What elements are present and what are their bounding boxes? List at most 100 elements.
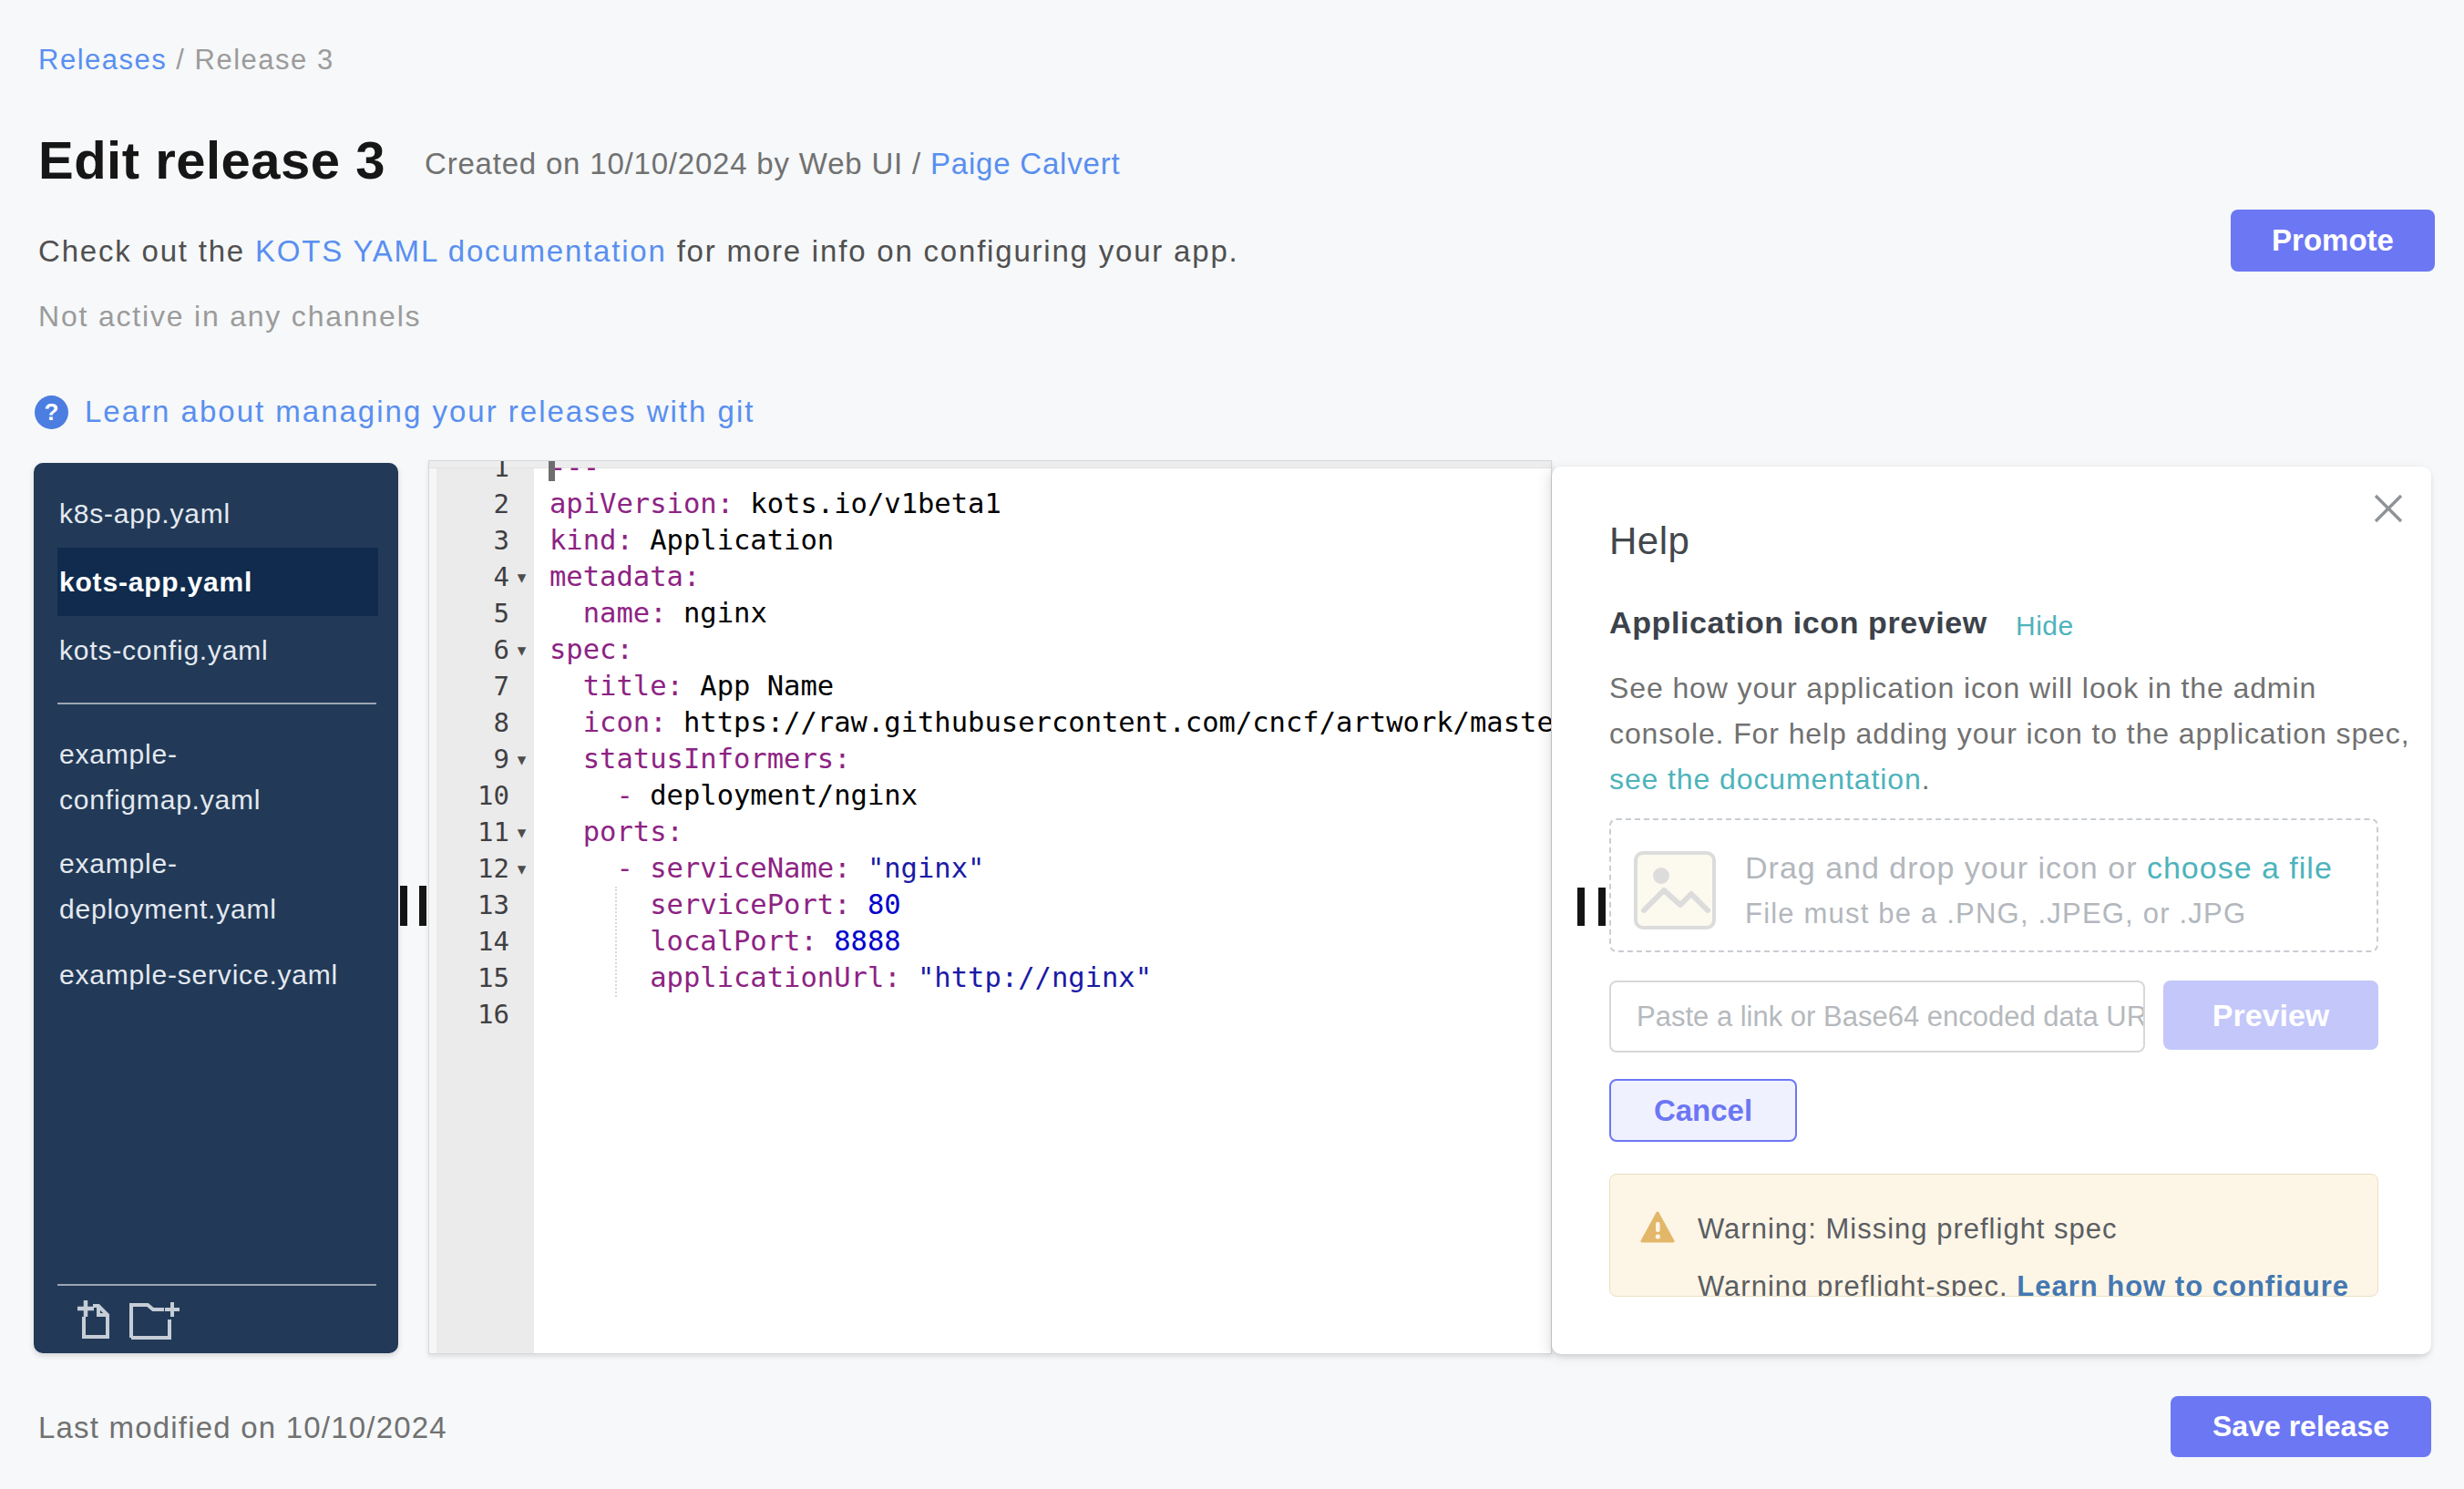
token: metadata:	[549, 560, 700, 592]
icon-url-input[interactable]	[1609, 981, 2145, 1053]
line-number-4: 4	[429, 559, 509, 595]
sidebar-file-kots-app-yaml[interactable]: kots-app.yaml	[57, 548, 378, 616]
question-mark-icon: ?	[35, 395, 68, 429]
code-line-15: 15 applicationUrl: "http://nginx"	[429, 960, 1551, 996]
app-icon-preview-title: Application icon preview	[1609, 605, 1987, 641]
fold-arrow-icon-9[interactable]: ▾	[509, 741, 534, 777]
code-line-6: 6▾spec:	[429, 632, 1551, 668]
page: Releases / Release 3 Edit release 3 Crea…	[0, 0, 2464, 1489]
add-file-icon[interactable]	[75, 1297, 113, 1340]
fold-arrow-icon-4[interactable]: ▾	[509, 559, 534, 595]
icon-dropzone[interactable]: Drag and drop your icon or choose a file…	[1609, 818, 2378, 952]
code-line-7: 7 title: App Name	[429, 668, 1551, 704]
fold-spacer-1	[509, 460, 534, 486]
code-text-5: name: nginx	[534, 595, 767, 632]
token: https://raw.githubusercontent.com/cncf/a…	[667, 706, 1552, 738]
see-documentation-link[interactable]: see the documentation	[1609, 763, 1922, 796]
close-icon[interactable]	[2370, 490, 2407, 527]
line-number-14: 14	[429, 923, 509, 960]
created-author-link[interactable]: Paige Calvert	[930, 147, 1121, 180]
code-text-13: servicePort: 80	[534, 887, 901, 923]
fold-arrow-icon-12[interactable]: ▾	[509, 850, 534, 887]
code-line-4: 4▾ metadata:	[429, 559, 1551, 595]
help-resize-handle-bar2[interactable]	[1598, 888, 1606, 926]
line-number-2: 2	[429, 486, 509, 522]
help-paragraph-line1: See how your application icon will look …	[1609, 672, 2316, 705]
promote-button[interactable]: Promote	[2231, 210, 2435, 272]
line-number-15: 15	[429, 960, 509, 996]
cancel-button[interactable]: Cancel	[1609, 1079, 1797, 1142]
code-line-2: 2 apiVersion: kots.io/v1beta1	[429, 486, 1551, 522]
hide-link[interactable]: Hide	[2016, 611, 2074, 642]
line-number-13: 13	[429, 887, 509, 923]
sidebar-file-k8s-app-yaml[interactable]: k8s-app.yaml	[59, 485, 353, 543]
breadcrumb-separator: /	[167, 44, 194, 76]
line-number-9: 9	[429, 741, 509, 777]
line-number-7: 7	[429, 668, 509, 704]
dropzone-hint: File must be a .PNG, .JPEG, or .JPG	[1745, 898, 2246, 930]
code-text-10: - deployment/nginx	[534, 777, 918, 814]
git-releases-link[interactable]: Learn about managing your releases with …	[85, 395, 755, 429]
kots-yaml-docs-link[interactable]: KOTS YAML documentation	[255, 234, 667, 268]
save-release-button[interactable]: Save release	[2171, 1396, 2431, 1457]
token	[549, 816, 583, 847]
token: apiVersion:	[549, 488, 734, 519]
sidebar-resize-handle-bar1[interactable]	[400, 886, 407, 926]
code-line-10: 10 - deployment/nginx	[429, 777, 1551, 814]
code-line-8: 8 icon: https://raw.githubusercontent.co…	[429, 704, 1551, 741]
code-text-8: icon: https://raw.githubusercontent.com/…	[534, 704, 1552, 741]
sidebar-file-example-service-yaml[interactable]: example-service.yaml	[59, 943, 353, 998]
help-paragraph-line3: see the documentation.	[1609, 763, 1930, 796]
warning-configure-link[interactable]: Learn how to configure	[2017, 1270, 2349, 1297]
token: -	[616, 779, 650, 811]
sidebar-resize-handle-bar2[interactable]	[419, 886, 426, 926]
help-resize-handle-bar1[interactable]	[1577, 888, 1585, 926]
fold-arrow-icon-11[interactable]: ▾	[509, 814, 534, 850]
breadcrumb-releases-link[interactable]: Releases	[38, 44, 167, 76]
docs-line: Check out the KOTS YAML documentation fo…	[38, 234, 1239, 269]
code-line-1: 1---	[429, 460, 1551, 486]
choose-file-link[interactable]: choose a file	[2147, 850, 2333, 885]
code-line-3: 3 kind: Application	[429, 522, 1551, 559]
fold-arrow-icon-6[interactable]: ▾	[509, 632, 534, 668]
add-folder-icon[interactable]	[128, 1299, 184, 1340]
token: App Name	[683, 670, 834, 702]
preview-button[interactable]: Preview	[2163, 981, 2378, 1050]
dropzone-text-prefix: Drag and drop your icon or	[1745, 850, 2147, 885]
token: kots.io/v1beta1	[734, 488, 1001, 519]
code-text-7: title: App Name	[534, 668, 834, 704]
code-text-6: spec:	[534, 632, 633, 668]
warning-detail-text: Warning preflight-spec.	[1698, 1270, 2017, 1297]
sidebar-divider-bottom	[57, 1284, 376, 1286]
git-help-row: ? Learn about managing your releases wit…	[35, 395, 755, 429]
fold-spacer-10	[509, 777, 534, 814]
token: Application	[633, 524, 834, 556]
warning-title: Warning: Missing preflight spec	[1698, 1213, 2118, 1246]
fold-spacer-16	[509, 996, 534, 1032]
fold-spacer-7	[509, 668, 534, 704]
token: applicationUrl:	[650, 961, 900, 993]
warning-box: Warning: Missing preflight spec Warning …	[1609, 1174, 2378, 1297]
code-line-9: 9▾ statusInformers:	[429, 741, 1551, 777]
code-text-4: metadata:	[534, 559, 700, 595]
code-text-3: kind: Application	[534, 522, 834, 559]
sidebar-file-kots-config-yaml[interactable]: kots-config.yaml	[59, 616, 353, 685]
yaml-editor[interactable]: 1---2 apiVersion: kots.io/v1beta1 3 kind: A…	[428, 460, 1552, 1354]
page-title: Edit release 3	[38, 129, 385, 190]
warning-triangle-icon	[1640, 1211, 1675, 1244]
code-line-5: 5 name: nginx	[429, 595, 1551, 632]
line-number-10: 10	[429, 777, 509, 814]
sidebar-file-example-configmap-yaml[interactable]: example-configmap.yaml	[59, 723, 353, 823]
sidebar-divider-top	[57, 703, 376, 704]
code-line-14: 14 localPort: 8888	[429, 923, 1551, 960]
sidebar-file-example-deployment-yaml[interactable]: example-deployment.yaml	[59, 832, 353, 932]
code-line-13: 13 servicePort: 80	[429, 887, 1551, 923]
help-title: Help	[1609, 519, 1689, 563]
line-number-1: 1	[429, 460, 509, 486]
code-text-11: ports:	[534, 814, 683, 850]
code-text-15: applicationUrl: "http://nginx"	[534, 960, 1152, 996]
created-text: Created on 10/10/2024 by Web UI /	[425, 147, 930, 180]
token: "nginx"	[851, 852, 985, 884]
line-number-3: 3	[429, 522, 509, 559]
code-line-16: 16	[429, 996, 1551, 1032]
